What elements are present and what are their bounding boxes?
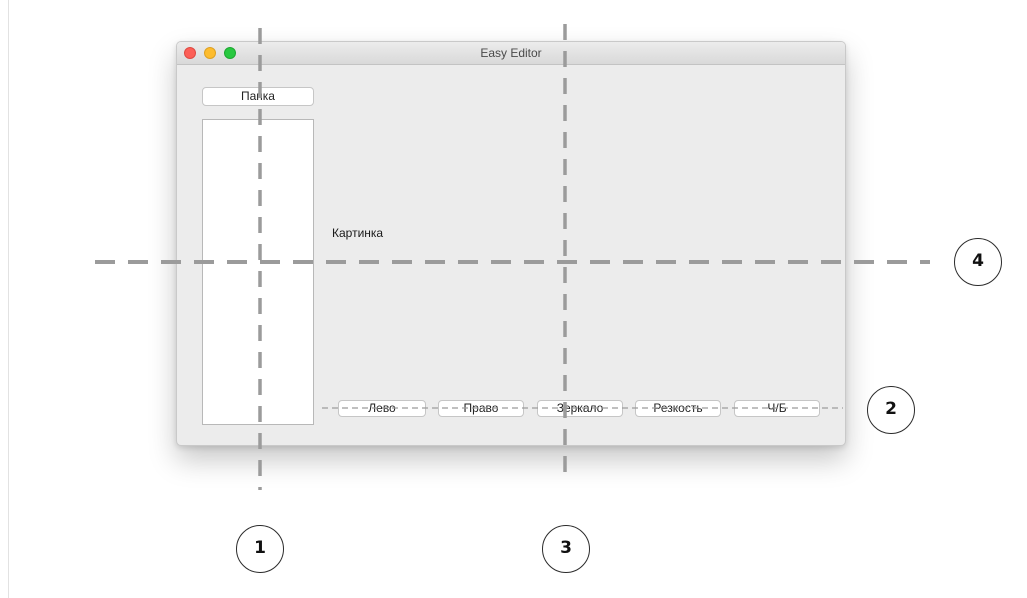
marker-4: 4 [954, 238, 1002, 286]
sharpness-button[interactable]: Резкость [635, 400, 721, 417]
page-left-border [0, 0, 9, 598]
folder-button[interactable]: Папка [202, 87, 314, 106]
app-window: Easy Editor Папка Картинка Лево Право Зе… [176, 41, 846, 446]
picture-label: Картинка [332, 226, 384, 240]
title-bar[interactable]: Easy Editor [177, 42, 845, 65]
window-title: Easy Editor [480, 46, 542, 60]
marker-3: 3 [542, 525, 590, 573]
file-list[interactable] [202, 119, 314, 425]
right-button[interactable]: Право [438, 400, 524, 417]
black-white-button[interactable]: Ч/Б [734, 400, 820, 417]
marker-2: 2 [867, 386, 915, 434]
mirror-button[interactable]: Зеркало [537, 400, 623, 417]
left-button[interactable]: Лево [338, 400, 426, 417]
marker-1: 1 [236, 525, 284, 573]
